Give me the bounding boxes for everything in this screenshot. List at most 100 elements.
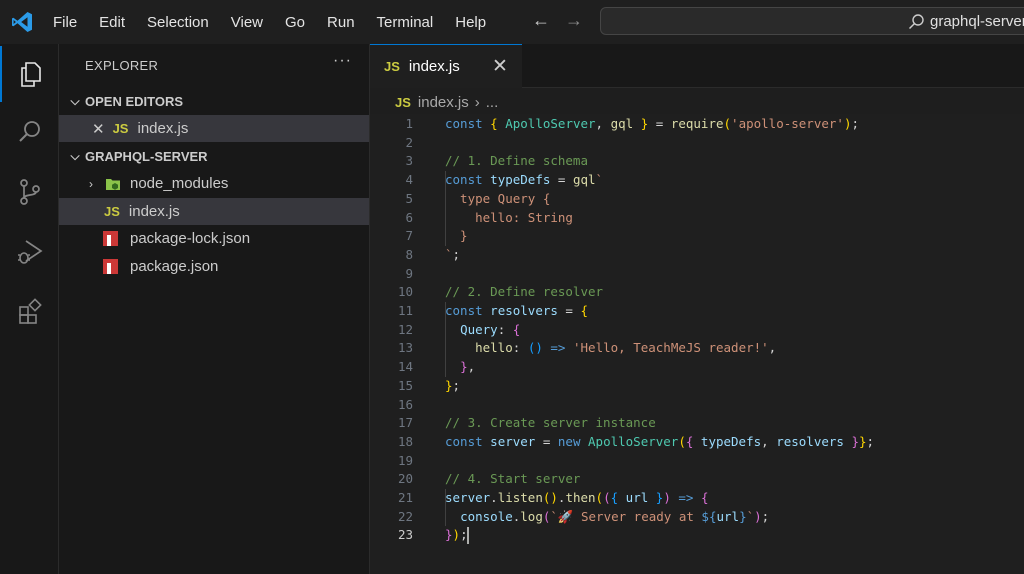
code-token: log <box>520 508 543 524</box>
activity-explorer[interactable] <box>0 46 59 102</box>
activity-extensions[interactable] <box>0 284 59 340</box>
menu-view[interactable]: View <box>220 14 274 31</box>
text-cursor <box>467 527 469 545</box>
explorer-sidebar: EXPLORER ··· ⌵ OPEN EDITORS ✕ JS index.j… <box>59 44 370 574</box>
code-token: ApolloServer <box>588 433 679 449</box>
code-token: url <box>716 508 740 524</box>
breadcrumb-file[interactable]: index.js <box>418 94 469 111</box>
editor-tab-bar: JS index.js ✕ <box>370 44 1024 88</box>
open-editors-header[interactable]: ⌵ OPEN EDITORS <box>59 88 369 115</box>
tab-label: index.js <box>408 58 460 75</box>
code-token: , <box>595 116 611 131</box>
code-line: const resolvers = { <box>445 302 588 321</box>
code-token: } <box>851 433 859 449</box>
code-token: ` <box>445 246 453 262</box>
close-icon[interactable]: ✕ <box>92 120 105 138</box>
tree-item-package-lock-json[interactable]: package-lock.json <box>59 225 369 252</box>
close-tab-icon[interactable]: ✕ <box>492 55 508 78</box>
code-token: { <box>490 116 498 131</box>
line-number: 9 <box>405 265 413 281</box>
line-number: 23 <box>397 527 413 543</box>
tree-item-package-json[interactable]: package.json <box>59 253 369 280</box>
project-folder-header[interactable]: ⌵ GRAPHQL-SERVER <box>59 143 369 170</box>
menu-selection[interactable]: Selection <box>136 14 220 31</box>
menu-file[interactable]: File <box>42 14 88 31</box>
breadcrumb-symbol[interactable]: ... <box>486 94 499 111</box>
line-number: 22 <box>397 508 413 524</box>
npm-file-icon <box>103 231 118 246</box>
code-token: = <box>535 433 558 449</box>
code-token: new <box>557 433 581 449</box>
code-token: ) <box>754 508 762 524</box>
activity-source-control[interactable] <box>0 164 59 220</box>
code-token: , <box>768 340 777 356</box>
tree-item-label: node_modules <box>130 175 229 192</box>
code-token: // 3. Create server instance <box>445 415 656 431</box>
code-token: ; <box>452 246 461 262</box>
npm-file-icon <box>103 259 118 274</box>
open-editor-file-name: index.js <box>137 120 189 137</box>
code-line: console.log(`🚀 Server ready at ${url}`); <box>445 508 769 527</box>
code-editor[interactable]: 1 const { ApolloServer, gql } = require('… <box>370 114 1024 574</box>
code-token: gql <box>572 172 596 188</box>
vscode-logo-icon[interactable] <box>10 10 34 34</box>
code-token: ( <box>723 116 732 131</box>
menu-edit[interactable]: Edit <box>88 14 136 31</box>
menu-help[interactable]: Help <box>444 14 497 31</box>
menu-terminal[interactable]: Terminal <box>366 14 445 31</box>
back-arrow-icon[interactable]: ← <box>532 10 550 31</box>
breadcrumb: JS index.js › ... <box>395 91 498 113</box>
code-token: url <box>625 490 649 505</box>
files-icon <box>20 62 41 87</box>
code-token: hello <box>475 340 513 356</box>
code-token: } <box>445 527 453 543</box>
line-number: 2 <box>405 134 413 150</box>
activity-run-debug[interactable] <box>0 224 59 280</box>
tree-item-label: index.js <box>128 203 180 220</box>
code-line: // 2. Define resolver <box>445 283 603 302</box>
code-token: } <box>445 228 468 244</box>
code-token: 'apollo-server' <box>731 116 844 131</box>
tree-item-index-js[interactable]: JS index.js <box>59 198 369 225</box>
tree-item-node-modules[interactable]: › node_modules <box>59 170 369 197</box>
code-token: hello: String <box>445 209 573 225</box>
code-token: `🚀 Server ready at <box>550 508 702 524</box>
code-line: type Query { <box>445 190 550 209</box>
code-token: } <box>859 433 867 449</box>
code-line: } <box>445 227 468 246</box>
open-editors-label: OPEN EDITORS <box>85 94 184 109</box>
code-token: typeDefs <box>490 172 551 188</box>
line-number: 5 <box>405 190 413 206</box>
code-token: typeDefs <box>700 433 762 449</box>
code-token: = <box>557 303 581 318</box>
code-token: ) <box>452 527 461 543</box>
tab-index-js[interactable]: JS index.js ✕ <box>370 44 522 88</box>
activity-bar <box>0 44 59 574</box>
tree-item-label: package.json <box>130 258 219 275</box>
code-token: const <box>445 116 483 131</box>
code-token: // 1. Define schema <box>445 153 588 169</box>
indent-guide <box>445 171 446 246</box>
menu-go[interactable]: Go <box>274 14 316 31</box>
code-token: ; <box>866 433 875 449</box>
code-token: () <box>542 490 558 505</box>
search-icon <box>908 14 924 30</box>
code-token: ApolloServer <box>505 116 596 131</box>
code-line: }; <box>445 377 460 396</box>
activity-search[interactable] <box>0 104 59 160</box>
code-token: server <box>490 433 536 449</box>
menu-run[interactable]: Run <box>316 14 366 31</box>
chevron-down-icon: ⌵ <box>70 94 80 108</box>
code-token: Query <box>460 321 498 337</box>
search-icon <box>18 121 40 142</box>
line-number: 4 <box>405 172 413 188</box>
more-actions-icon[interactable]: ··· <box>333 52 352 70</box>
code-token: ` <box>595 172 604 188</box>
code-token: resolvers <box>490 303 558 318</box>
forward-arrow-icon[interactable]: → <box>565 10 583 31</box>
line-number: 13 <box>397 340 413 356</box>
command-center-search[interactable]: graphql-server <box>600 7 1024 35</box>
open-editor-item-index-js[interactable]: ✕ JS index.js <box>59 115 369 142</box>
